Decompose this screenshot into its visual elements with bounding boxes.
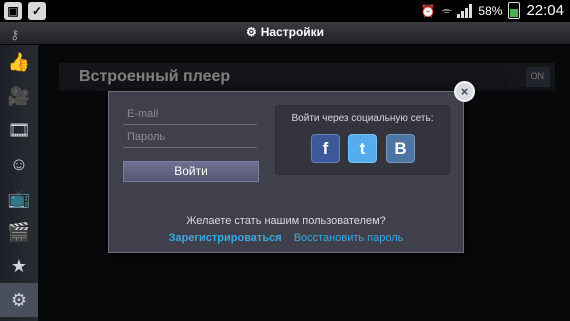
vk-button[interactable]: B <box>386 134 415 163</box>
status-bar: ▣ ✓ ⏰ ⌯ 58% 22:04 <box>0 0 570 22</box>
email-field[interactable]: E-mail <box>123 103 257 125</box>
signal-icon <box>457 3 473 18</box>
password-field[interactable]: Пароль <box>123 126 257 148</box>
recover-password-link[interactable]: Восстановить пароль <box>294 232 404 244</box>
login-dialog: E-mail Пароль Войти Войти через социальн… <box>108 91 464 253</box>
face-icon: ☺ <box>9 153 29 174</box>
wifi-icon: ⌯ <box>441 3 452 17</box>
twitter-icon: t <box>359 138 366 158</box>
tv-icon: 📺 <box>7 187 31 208</box>
sidebar-item-videos[interactable]: 🎥 <box>0 79 38 113</box>
sidebar-item-tv[interactable]: 📺 <box>0 181 38 215</box>
film-strip-icon: 🎞 <box>7 119 31 140</box>
vk-icon: B <box>394 138 407 158</box>
gallery-notification-icon: ▣ <box>4 2 22 20</box>
sidebar-item-films[interactable]: 🎞 <box>0 113 38 147</box>
sidebar-item-likes[interactable]: 👍 <box>0 45 38 79</box>
thumbs-up-icon: 👍 <box>7 51 31 72</box>
star-icon: ★ <box>10 255 28 276</box>
check-notification-icon: ✓ <box>28 2 46 20</box>
page-title: Настройки <box>260 25 325 39</box>
sidebar: 👍 🎥 🎞 ☺ 📺 🎬 ★ ⚙ <box>0 45 39 321</box>
facebook-button[interactable]: f <box>311 134 340 163</box>
title-bar: ⚷ ⚙ Настройки <box>0 22 570 45</box>
sidebar-item-favorites[interactable]: ★ <box>0 249 38 283</box>
settings-gear-icon: ⚙ <box>245 25 257 39</box>
alarm-icon: ⏰ <box>420 3 436 18</box>
social-login-panel: Войти через социальную сеть: f t B <box>275 105 450 175</box>
register-question: Желаете стать нашим пользователем? <box>186 215 386 227</box>
close-icon[interactable]: × <box>454 81 475 102</box>
battery-icon <box>508 2 521 19</box>
gear-icon: ⚙ <box>10 289 28 310</box>
battery-percent: 58% <box>478 3 503 18</box>
facebook-icon: f <box>322 138 329 158</box>
clapperboard-icon: 🎬 <box>7 221 31 242</box>
social-login-title: Войти через социальную сеть: <box>291 113 434 124</box>
register-link[interactable]: Зарегистрироваться <box>169 232 282 244</box>
login-button[interactable]: Войти <box>123 161 259 182</box>
clock: 22:04 <box>526 2 564 19</box>
sidebar-item-movies[interactable]: 🎬 <box>0 215 38 249</box>
sidebar-item-settings[interactable]: ⚙ <box>0 283 38 317</box>
video-camera-icon: 🎥 <box>7 85 31 106</box>
twitter-button[interactable]: t <box>348 134 377 163</box>
sidebar-item-kids[interactable]: ☺ <box>0 147 38 181</box>
